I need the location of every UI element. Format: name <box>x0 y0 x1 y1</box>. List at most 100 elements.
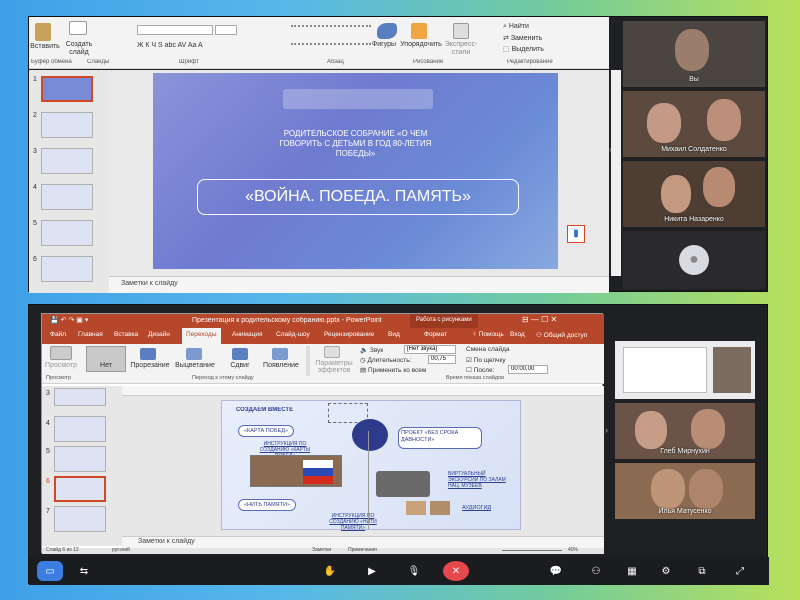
instruction-link-1[interactable]: ИНСТРУКЦИЯ ПО СОЗДАНИЮ «КАРТЫ ПОБЕД» <box>250 441 320 459</box>
virtual-link[interactable]: ВИРТУАЛЬНЫЙ ЭКСКУРСИИ ПО ЗАЛАМ НАЦ. МУЗЕ… <box>448 471 510 489</box>
quick-styles-button[interactable]: Экспресс-стили <box>443 41 479 57</box>
video-tile-participant[interactable]: Илья Матусенко <box>615 463 755 519</box>
video-tile-self[interactable]: Вы <box>623 21 765 87</box>
align-buttons[interactable] <box>291 43 371 51</box>
cut-icon[interactable] <box>140 348 156 360</box>
camera-switch-icon[interactable]: ⇆ <box>73 561 95 581</box>
tab-file[interactable]: Файл <box>50 331 66 338</box>
on-click-checkbox[interactable]: ☑ По щелчку <box>466 356 506 364</box>
paste-icon[interactable] <box>35 23 51 41</box>
find-button[interactable]: ⌕ Найти <box>503 23 529 31</box>
slide-thumb-6[interactable] <box>41 256 93 282</box>
tab-insert[interactable]: Вставка <box>114 331 138 338</box>
paragraph-buttons[interactable] <box>291 25 371 33</box>
font-format-buttons[interactable]: Ж К Ч S abc AV Aa A <box>137 42 203 49</box>
notes-toggle[interactable]: Заметки <box>312 547 331 553</box>
slide-thumbnails[interactable]: 1 2 3 4 5 6 <box>29 70 109 293</box>
tab-slideshow[interactable]: Слайд-шоу <box>276 331 310 338</box>
fullscreen-icon[interactable]: ⤢ <box>729 561 751 581</box>
after-checkbox[interactable]: ☐ После: <box>466 366 494 374</box>
video-tile-participant[interactable]: Михаил Солдатенко <box>623 91 765 157</box>
microphone-icon[interactable]: 🎙 <box>403 561 425 581</box>
slide-thumb-3[interactable] <box>41 148 93 174</box>
editor-scrollbar[interactable] <box>611 70 621 276</box>
push-icon[interactable] <box>232 348 248 360</box>
chevron-right-icon[interactable]: › <box>609 145 619 155</box>
slide-thumb-1[interactable] <box>41 76 93 102</box>
slide-thumbnails[interactable]: 3 4 5 6 7 <box>42 386 122 546</box>
slide-thumb-4[interactable] <box>54 416 106 442</box>
window-controls[interactable]: ⊟ — ☐ ✕ <box>522 315 557 324</box>
shapes-icon[interactable] <box>377 23 397 39</box>
slide-thumb-6[interactable] <box>54 476 106 502</box>
select-button[interactable]: ⬚ Выделить <box>503 45 544 53</box>
tab-format[interactable]: Формат <box>424 331 447 338</box>
hang-up-icon[interactable]: ✕ <box>443 561 469 581</box>
zoom-slider[interactable] <box>502 550 562 551</box>
preview-button[interactable]: Просмотр <box>42 362 80 369</box>
instruction-link-2[interactable]: ИНСТРУКЦИЯ ПО СОЗДАНИЮ «НИТИ ПАМЯТИ» <box>318 513 388 531</box>
slide-thumb-2[interactable] <box>41 112 93 138</box>
sound-select[interactable]: [Нет звука] <box>404 345 456 354</box>
bookmark-icon[interactable]: ▮ <box>567 225 585 243</box>
video-camera-icon[interactable]: ▶ <box>361 561 383 581</box>
video-tile-participant[interactable]: Глеб Мирнухин <box>615 403 755 459</box>
font-size-input[interactable] <box>215 25 237 35</box>
zoom-level[interactable]: 40% <box>568 547 578 553</box>
shapes-button[interactable]: Фигуры <box>369 41 399 48</box>
chat-icon[interactable]: 💬 <box>545 561 567 581</box>
apply-all-button[interactable]: ▤ Применить ко всем <box>360 366 426 374</box>
tab-review[interactable]: Рецензирование <box>324 331 374 338</box>
notes-pane[interactable]: Заметки к слайду <box>109 276 609 293</box>
video-tile-no-camera[interactable]: ● <box>623 231 765 289</box>
tab-animation[interactable]: Анимация <box>232 331 263 338</box>
audiogid-link[interactable]: АУДИОГИД <box>462 505 491 511</box>
slide-thumb-4[interactable] <box>41 184 93 210</box>
current-slide[interactable]: РОДИТЕЛЬСКОЕ СОБРАНИЕ «О ЧЕМ ГОВОРИТЬ С … <box>153 73 558 269</box>
transition-cut[interactable]: Прорезание <box>130 362 170 369</box>
tab-design[interactable]: Дизайн <box>148 331 170 338</box>
effect-params-icon[interactable] <box>324 346 340 358</box>
wipe-icon[interactable] <box>272 348 288 360</box>
arrange-icon[interactable] <box>411 23 427 39</box>
video-tile-participant[interactable]: Никита Назаренко <box>623 161 765 227</box>
font-name-input[interactable] <box>137 25 213 35</box>
help-button[interactable]: ♀ Помощь <box>472 331 504 338</box>
share-button[interactable]: ⚇ Общий доступ <box>536 331 587 339</box>
raise-hand-icon[interactable]: ✋ <box>319 561 341 581</box>
transition-push[interactable]: Сдвиг <box>222 362 258 369</box>
pip-icon[interactable]: ⧉ <box>691 561 713 581</box>
current-slide[interactable]: СОЗДАЕМ ВМЕСТЕ «КАРТА ПОБЕД» ИНСТРУКЦИЯ … <box>221 400 521 531</box>
duration-input[interactable]: 00,75 <box>428 355 456 364</box>
tab-transitions[interactable]: Переходы <box>182 328 221 344</box>
transition-fade[interactable]: Выцветание <box>174 362 216 369</box>
participants-icon[interactable]: ⚇ <box>585 561 607 581</box>
grid-icon[interactable]: ▦ <box>621 561 643 581</box>
screen-share-icon[interactable]: ▭ <box>37 561 63 581</box>
fade-icon[interactable] <box>186 348 202 360</box>
transition-wipe[interactable]: Появление <box>260 362 302 369</box>
preview-icon[interactable] <box>50 346 72 360</box>
arrange-button[interactable]: Упорядочить <box>399 41 443 48</box>
slide-thumb-3[interactable] <box>54 388 106 406</box>
slide-thumb-7[interactable] <box>54 506 106 532</box>
replace-button[interactable]: ⇄ Заменить <box>503 34 542 42</box>
slide-thumb-5[interactable] <box>54 446 106 472</box>
quick-access-icons[interactable]: 💾 ↶ ↷ ▣ ▾ <box>50 316 88 324</box>
new-slide-button[interactable]: Создать слайд <box>63 41 95 57</box>
comments-toggle[interactable]: Примечания <box>348 547 377 553</box>
chevron-right-icon[interactable]: › <box>605 425 613 437</box>
language-status[interactable]: русский <box>112 547 130 553</box>
signin-link[interactable]: Вход <box>510 331 525 338</box>
slide-thumb-5[interactable] <box>41 220 93 246</box>
quick-styles-icon[interactable] <box>453 23 469 39</box>
tab-home[interactable]: Главная <box>78 331 103 338</box>
effect-params-button[interactable]: Параметры эффектов <box>314 360 354 374</box>
gear-icon[interactable]: ⚙ <box>655 561 677 581</box>
tab-view[interactable]: Вид <box>388 331 400 338</box>
after-input[interactable]: 00:00,00 <box>508 365 548 374</box>
gallery-scroll[interactable] <box>306 346 310 376</box>
new-slide-icon[interactable] <box>69 21 87 35</box>
paste-button[interactable]: Вставить <box>29 43 61 50</box>
video-tile-screen[interactable] <box>615 341 755 399</box>
